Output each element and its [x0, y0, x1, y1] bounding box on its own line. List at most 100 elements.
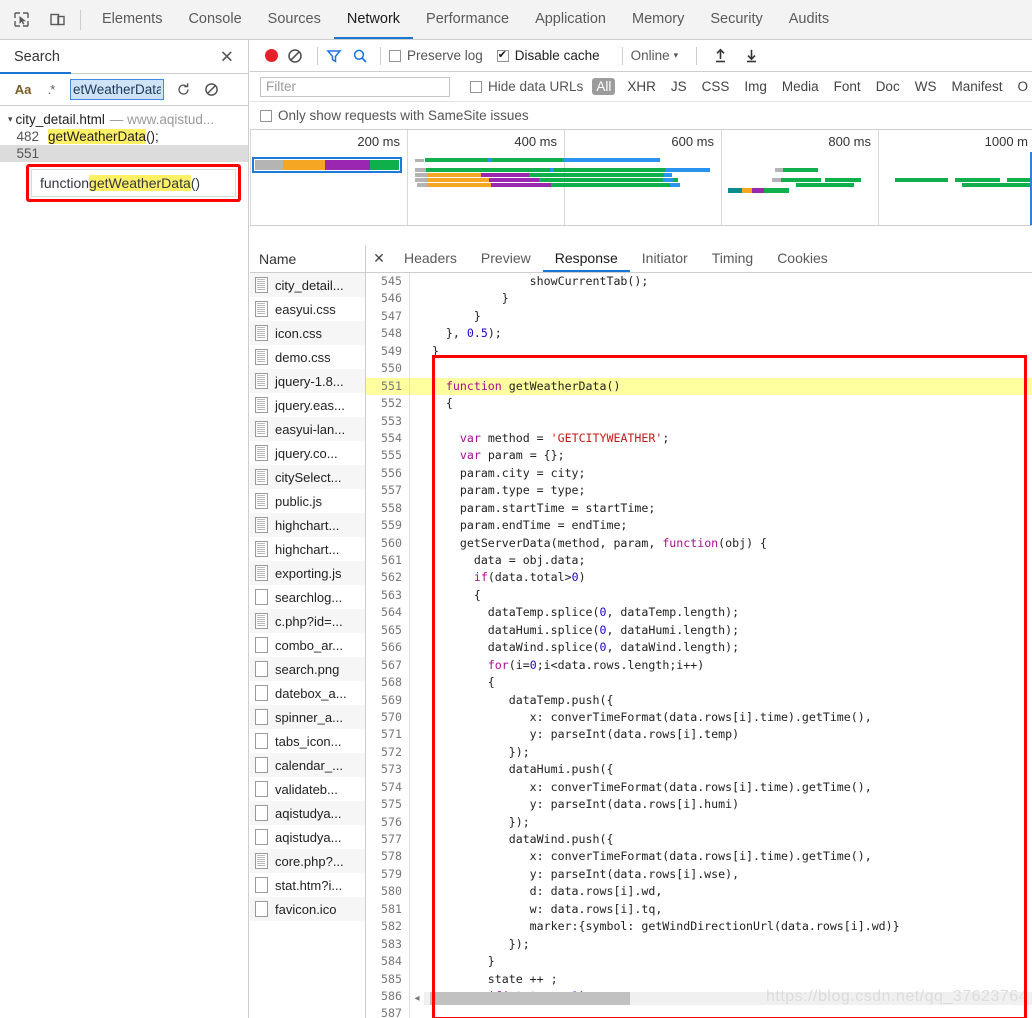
request-row[interactable]: stat.htm?i...	[250, 873, 365, 897]
chevron-down-icon[interactable]: ▾	[674, 50, 679, 61]
type-filter-all[interactable]: All	[592, 78, 616, 95]
type-filter-js[interactable]: JS	[668, 78, 690, 95]
samesite-toggle[interactable]: Only show requests with SameSite issues	[260, 108, 529, 123]
disable-cache-toggle[interactable]: Disable cache	[496, 48, 600, 63]
request-row[interactable]: searchlog...	[250, 585, 365, 609]
request-row[interactable]: jquery.eas...	[250, 393, 365, 417]
devtools-tab-network[interactable]: Network	[334, 0, 413, 39]
request-row[interactable]: favicon.ico	[250, 897, 365, 921]
request-row[interactable]: tabs_icon...	[250, 729, 365, 753]
code-line-text: param.type = type;	[418, 483, 586, 498]
request-row[interactable]: search.png	[250, 657, 365, 681]
tab-response[interactable]: Response	[543, 245, 630, 272]
samesite-checkbox[interactable]	[260, 109, 272, 122]
match-case-icon[interactable]: Aa	[10, 78, 36, 102]
request-row[interactable]: icon.css	[250, 321, 365, 345]
request-row[interactable]: aqistudya...	[250, 801, 365, 825]
tab-preview[interactable]: Preview	[469, 245, 543, 272]
tab-cookies[interactable]: Cookies	[765, 245, 840, 272]
scrollbar-thumb[interactable]	[430, 991, 630, 1005]
code-line-number: 579	[366, 865, 410, 884]
request-row[interactable]: combo_ar...	[250, 633, 365, 657]
tab-timing[interactable]: Timing	[700, 245, 766, 272]
request-row[interactable]: demo.css	[250, 345, 365, 369]
search-result-highlight-content: function getWeatherData()	[31, 169, 236, 197]
type-filter-manifest[interactable]: Manifest	[948, 78, 1005, 95]
devtools-tab-performance[interactable]: Performance	[413, 0, 522, 39]
request-row[interactable]: city_detail...	[250, 273, 365, 297]
request-row[interactable]: highchart...	[250, 513, 365, 537]
request-row[interactable]: spinner_a...	[250, 705, 365, 729]
clear-button[interactable]	[287, 48, 303, 64]
type-filter-doc[interactable]: Doc	[873, 78, 903, 95]
search-input[interactable]	[70, 79, 164, 100]
inspect-element-icon[interactable]	[6, 6, 36, 34]
device-toolbar-icon[interactable]	[42, 6, 72, 34]
request-row[interactable]: easyui.css	[250, 297, 365, 321]
code-line-number: 583	[366, 935, 410, 954]
record-button[interactable]	[265, 49, 278, 62]
regex-icon[interactable]: .*	[38, 78, 64, 102]
type-filter-css[interactable]: CSS	[699, 78, 733, 95]
type-filter-font[interactable]: Font	[831, 78, 864, 95]
request-row[interactable]: core.php?...	[250, 849, 365, 873]
code-line-number: 557	[366, 482, 410, 500]
preserve-log-checkbox[interactable]	[389, 49, 401, 62]
search-result-file[interactable]: ▾ city_detail.html — www.aqistud...	[0, 111, 248, 128]
request-row[interactable]: validateb...	[250, 777, 365, 801]
request-row[interactable]: calendar_...	[250, 753, 365, 777]
hide-data-urls-toggle[interactable]: Hide data URLs	[470, 79, 583, 94]
devtools-tab-audits[interactable]: Audits	[776, 0, 842, 39]
devtools-tab-sources[interactable]: Sources	[255, 0, 334, 39]
import-har-icon[interactable]	[713, 48, 728, 64]
request-row[interactable]: jquery.co...	[250, 441, 365, 465]
devtools-window: Elements Console Sources Network Perform…	[0, 0, 1032, 1018]
code-line-text: param.city = city;	[418, 465, 586, 480]
preserve-log-toggle[interactable]: Preserve log	[389, 48, 483, 63]
clear-icon[interactable]	[198, 78, 224, 102]
request-row[interactable]: c.php?id=...	[250, 609, 365, 633]
image-icon	[255, 589, 269, 605]
tab-initiator[interactable]: Initiator	[630, 245, 700, 272]
type-filter-other[interactable]: O	[1014, 78, 1031, 95]
devtools-tab-application[interactable]: Application	[522, 0, 619, 39]
request-list-header-name[interactable]: Name	[250, 245, 365, 273]
devtools-tab-security[interactable]: Security	[697, 0, 775, 39]
network-overview-timeline[interactable]: 200 ms 400 ms 600 ms 800 ms 1000 m	[250, 130, 1032, 226]
tab-headers[interactable]: Headers	[392, 245, 469, 272]
request-row[interactable]: datebox_a...	[250, 681, 365, 705]
search-result-row-selected[interactable]: 551	[0, 145, 248, 162]
disable-cache-checkbox[interactable]	[496, 48, 509, 62]
response-code-viewer[interactable]: 545 showCurrentTab(); 546 } 547 } 548 }, 0.…	[366, 273, 1032, 1018]
devtools-tab-console[interactable]: Console	[175, 0, 254, 39]
request-row[interactable]: public.js	[250, 489, 365, 513]
type-filter-img[interactable]: Img	[741, 78, 770, 95]
refresh-icon[interactable]	[170, 78, 196, 102]
code-line-number: 561	[366, 552, 410, 570]
scroll-left-arrow-icon[interactable]: ◂	[410, 993, 424, 1004]
search-icon[interactable]	[352, 48, 368, 64]
request-row[interactable]: highchart...	[250, 537, 365, 561]
request-row[interactable]: citySelect...	[250, 465, 365, 489]
type-filter-media[interactable]: Media	[779, 78, 822, 95]
type-filter-xhr[interactable]: XHR	[624, 78, 659, 95]
close-icon[interactable]: ✕	[220, 48, 234, 65]
request-row[interactable]: aqistudya...	[250, 825, 365, 849]
code-line-number: 580	[366, 883, 410, 901]
close-icon[interactable]: ✕	[366, 250, 392, 267]
doc-icon	[255, 541, 269, 557]
search-result-row[interactable]: 482 getWeatherData();	[0, 128, 248, 145]
filter-icon[interactable]	[326, 48, 342, 64]
devtools-tab-elements[interactable]: Elements	[89, 0, 175, 39]
request-row[interactable]: easyui-lan...	[250, 417, 365, 441]
chevron-down-icon[interactable]: ▾	[8, 114, 13, 125]
throttling-select[interactable]: Online	[631, 48, 670, 63]
request-row[interactable]: jquery-1.8...	[250, 369, 365, 393]
filter-input[interactable]	[260, 76, 450, 97]
devtools-tab-memory[interactable]: Memory	[619, 0, 697, 39]
overview-bar	[488, 158, 492, 162]
hide-data-urls-checkbox[interactable]	[470, 80, 482, 93]
export-har-icon[interactable]	[744, 48, 759, 64]
request-row[interactable]: exporting.js	[250, 561, 365, 585]
type-filter-ws[interactable]: WS	[912, 78, 940, 95]
